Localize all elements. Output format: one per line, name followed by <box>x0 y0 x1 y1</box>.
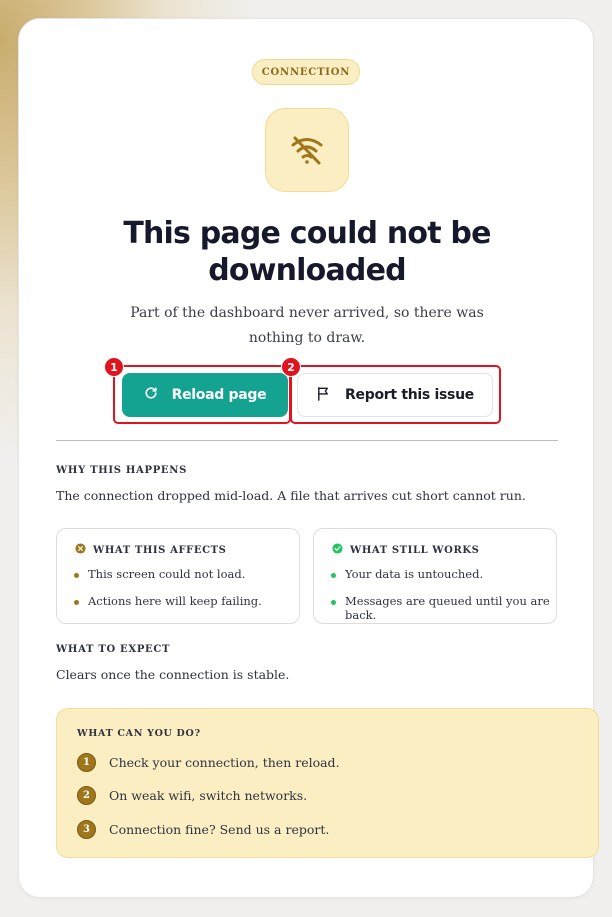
works-bullet <box>331 600 336 605</box>
step-text: Check your connection, then reload. <box>109 755 340 770</box>
x-circle-icon <box>75 543 86 557</box>
highlight-outline-1 <box>113 365 291 424</box>
step-text: On weak wifi, switch networks. <box>109 788 308 803</box>
why-heading: WHY THIS HAPPENS <box>56 465 187 476</box>
expect-heading: WHAT TO EXPECT <box>56 644 171 655</box>
highlight-marker-2: 2 <box>281 357 301 377</box>
check-circle-icon <box>332 543 343 557</box>
status-badge: CONNECTION <box>252 59 360 85</box>
works-heading: WHAT STILL WORKS <box>350 544 480 556</box>
page-title: This page could not be downloaded <box>123 216 491 288</box>
affects-heading: WHAT THIS AFFECTS <box>93 544 227 556</box>
affects-item: This screen could not load. <box>88 567 246 581</box>
step-number: 2 <box>77 786 96 805</box>
affects-panel: WHAT THIS AFFECTS This screen could not … <box>56 528 300 624</box>
what-can-you-do-panel: WHAT CAN YOU DO? 1 Check your connection… <box>56 708 599 858</box>
expect-text: Clears once the connection is stable. <box>56 667 290 682</box>
error-card: CONNECTION This page could not be downlo… <box>18 18 599 898</box>
step-text: Connection fine? Send us a report. <box>109 822 330 837</box>
works-item: Your data is untouched. <box>345 567 484 581</box>
highlight-marker-1: 1 <box>104 357 124 377</box>
todo-step: 2 On weak wifi, switch networks. <box>77 786 307 805</box>
affects-item: Actions here will keep failing. <box>88 594 262 608</box>
wifi-off-icon <box>265 108 349 192</box>
step-number: 1 <box>77 753 96 772</box>
section-divider <box>56 440 558 441</box>
works-panel: WHAT STILL WORKS Your data is untouched.… <box>313 528 557 624</box>
affects-bullet <box>74 600 79 605</box>
why-text: The connection dropped mid-load. A file … <box>56 488 526 503</box>
highlight-outline-2 <box>290 365 501 424</box>
step-number: 3 <box>77 820 96 839</box>
page-subtitle: Part of the dashboard never arrived, so … <box>130 305 484 346</box>
affects-bullet <box>74 573 79 578</box>
todo-step: 3 Connection fine? Send us a report. <box>77 820 329 839</box>
todo-heading: WHAT CAN YOU DO? <box>77 728 201 739</box>
works-bullet <box>331 573 336 578</box>
works-item: Messages are queued until you are back. <box>345 594 550 622</box>
todo-step: 1 Check your connection, then reload. <box>77 753 340 772</box>
